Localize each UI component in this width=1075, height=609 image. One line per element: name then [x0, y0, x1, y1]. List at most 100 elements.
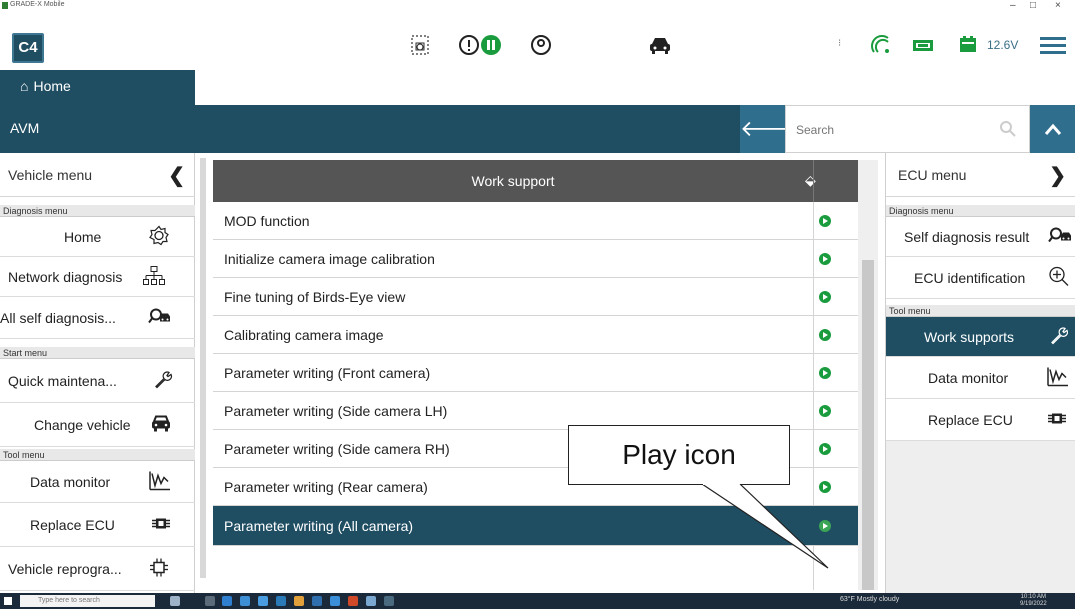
sidebar-item-quick-maintenance[interactable]: Quick maintena... [0, 359, 195, 403]
search-box [785, 105, 1030, 153]
waveform-icon [1046, 365, 1070, 390]
maximize-button[interactable]: □ [1030, 0, 1036, 11]
vehicle-icon[interactable] [648, 34, 672, 56]
taskbar-app-icon[interactable] [366, 596, 376, 606]
taskbar-app-icon[interactable] [170, 596, 180, 606]
ecu-menu-header[interactable]: ECU menu ❯ [886, 153, 1075, 197]
ecu-item-self-diagnosis-result[interactable]: Self diagnosis result [886, 217, 1075, 257]
clock-time: 10:10 AM [1020, 594, 1047, 600]
app-icon [2, 2, 8, 9]
taskbar-app-icon[interactable] [294, 596, 304, 606]
sidebar-item-label: Replace ECU [30, 516, 115, 533]
play-icon[interactable] [819, 290, 831, 303]
ecu-menu-panel: ECU menu ❯ Diagnosis menu Self diagnosis… [885, 153, 1075, 593]
network-icon [143, 264, 165, 289]
diagnosis-car-icon [1048, 225, 1074, 248]
sidebar-item-data-monitor[interactable]: Data monitor [0, 461, 195, 503]
left-panel-scrollbar[interactable] [200, 158, 206, 578]
wrench-icon [152, 368, 174, 393]
scrollbar-thumb[interactable] [862, 260, 874, 590]
chip-icon [1046, 407, 1068, 432]
collapse-button[interactable] [1030, 105, 1075, 153]
taskbar-app-icon[interactable] [348, 596, 358, 606]
wireless-icon [870, 34, 892, 56]
app-logo: C4 [12, 33, 44, 63]
chevron-left-icon[interactable]: ❮ [168, 163, 185, 188]
row-label: Parameter writing (Front camera) [224, 364, 431, 381]
play-icon[interactable] [819, 404, 831, 417]
sidebar-item-replace-ecu[interactable]: Replace ECU [0, 503, 195, 547]
diagnosis-car-icon [148, 306, 172, 329]
section-tool-menu: Tool menu [0, 449, 195, 461]
task-view-icon[interactable] [205, 596, 215, 606]
taskbar-app-icon[interactable] [258, 596, 268, 606]
os-taskbar: Type here to search 63°F Mostly cloudy 1… [0, 593, 1075, 609]
ecu-item-data-monitor[interactable]: Data monitor [886, 357, 1075, 399]
sidebar-item-change-vehicle[interactable]: Change vehicle [0, 403, 195, 447]
ecu-menu-empty-area [886, 441, 1075, 593]
search-input[interactable] [796, 110, 986, 150]
vi-connection-icon [912, 34, 934, 56]
hamburger-menu-icon[interactable] [1040, 37, 1066, 55]
back-button[interactable]: 🡐 [740, 105, 799, 153]
row-label: Calibrating camera image [224, 326, 384, 343]
pause-icon[interactable] [480, 34, 502, 56]
taskbar-clock[interactable]: 10:10 AM 9/19/2022 [1020, 594, 1047, 608]
edge-icon[interactable] [330, 596, 340, 606]
table-row[interactable]: MOD function [213, 202, 858, 240]
play-icon[interactable] [819, 442, 831, 455]
voltage-readout: 12.6V [987, 38, 1019, 52]
sidebar-item-all-self-diagnosis[interactable]: All self diagnosis... [0, 297, 195, 339]
table-row[interactable]: Initialize camera image calibration [213, 240, 858, 278]
ecu-menu-title: ECU menu [898, 167, 967, 183]
taskbar-app-icon[interactable] [384, 596, 394, 606]
user-icon[interactable] [530, 34, 552, 56]
table-row[interactable]: Parameter writing (Front camera) [213, 354, 858, 392]
vehicle-menu-header[interactable]: Vehicle menu ❮ [0, 153, 195, 197]
table-header-title: Work support [471, 173, 555, 189]
play-icon[interactable] [819, 366, 831, 379]
ecu-item-work-supports[interactable]: Work supports [886, 317, 1075, 357]
taskbar-search[interactable]: Type here to search [20, 595, 155, 607]
header-divider [813, 160, 814, 202]
sidebar-item-label: Home [64, 228, 102, 245]
row-label: Parameter writing (All camera) [224, 517, 414, 534]
taskbar-app-icon[interactable] [240, 596, 250, 606]
separator-icon: ⁝ [838, 38, 842, 49]
home-tab[interactable]: ⌂ Home [0, 70, 195, 105]
sort-icon[interactable]: ⬙ [805, 172, 816, 189]
alert-icon[interactable] [458, 34, 480, 56]
chevron-up-icon [1044, 123, 1061, 135]
sidebar-item-network-diagnosis[interactable]: Network diagnosis [0, 257, 195, 297]
screenshot-icon[interactable] [410, 34, 430, 56]
callout-box: Play icon [568, 425, 790, 485]
windows-start-icon[interactable] [4, 597, 12, 605]
ecu-item-ecu-identification[interactable]: ECU identification [886, 257, 1075, 299]
ecu-item-label: Replace ECU [928, 411, 1013, 428]
sidebar-item-label: All self diagnosis... [0, 309, 116, 326]
section-start-menu: Start menu [0, 347, 195, 359]
taskbar-app-icon[interactable] [222, 596, 232, 606]
table-row[interactable]: Calibrating camera image [213, 316, 858, 354]
taskbar-app-icon[interactable] [276, 596, 286, 606]
home-row: ⌂ Home [0, 70, 1075, 105]
taskbar-app-icon[interactable] [312, 596, 322, 606]
row-label: Initialize camera image calibration [224, 250, 435, 267]
ecu-item-label: Self diagnosis result [904, 228, 1030, 245]
weather-widget[interactable]: 63°F Mostly cloudy [840, 596, 899, 603]
table-header[interactable]: Work support ⬙ [213, 160, 858, 202]
close-button[interactable]: × [1055, 0, 1061, 11]
chevron-right-icon[interactable]: ❯ [1049, 163, 1066, 188]
sidebar-item-vehicle-reprogramming[interactable]: Vehicle reprogra... [0, 547, 195, 591]
play-icon[interactable] [819, 252, 831, 265]
play-icon[interactable] [819, 214, 831, 227]
table-scrollbar[interactable] [858, 160, 878, 590]
sidebar-item-home[interactable]: Home [0, 217, 195, 257]
play-icon[interactable] [819, 328, 831, 341]
search-icon[interactable] [999, 120, 1017, 143]
minimize-button[interactable]: – [1010, 0, 1016, 11]
chip-icon [150, 512, 172, 537]
ecu-item-replace-ecu[interactable]: Replace ECU [886, 399, 1075, 441]
section-diagnosis-menu: Diagnosis menu [0, 205, 195, 217]
table-row[interactable]: Fine tuning of Birds-Eye view [213, 278, 858, 316]
